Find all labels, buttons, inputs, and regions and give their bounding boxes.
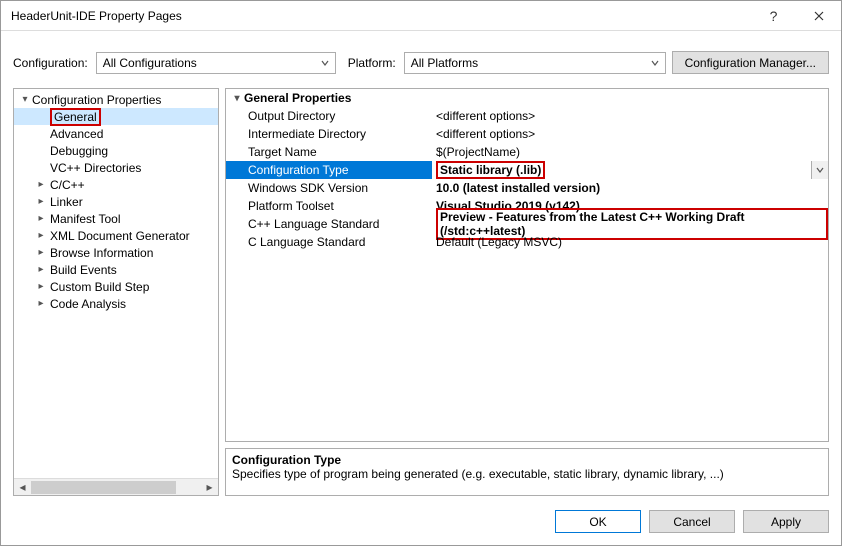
scroll-track[interactable] (31, 479, 201, 495)
property-label: C++ Language Standard (226, 215, 432, 233)
tree-item-code-analysis[interactable]: ▸Code Analysis (14, 295, 218, 312)
property-label: Intermediate Directory (226, 125, 432, 143)
tree-item-label: General (50, 108, 101, 126)
platform-label: Platform: (348, 56, 396, 70)
tree-item-label: Linker (50, 195, 83, 209)
tree-item-custom-build-step[interactable]: ▸Custom Build Step (14, 278, 218, 295)
tree-item-label: Custom Build Step (50, 280, 149, 294)
tree-item-c-c-[interactable]: ▸C/C++ (14, 176, 218, 193)
property-row-c-language-standard[interactable]: C Language StandardDefault (Legacy MSVC) (226, 233, 828, 251)
property-row-intermediate-directory[interactable]: Intermediate Directory<different options… (226, 125, 828, 143)
collapse-icon: ▾ (230, 93, 244, 104)
tree-item-label: Debugging (50, 144, 108, 158)
property-value[interactable]: Preview - Features from the Latest C++ W… (432, 215, 828, 233)
apply-button[interactable]: Apply (743, 510, 829, 533)
tree-item-vc-directories[interactable]: VC++ Directories (14, 159, 218, 176)
config-tree[interactable]: ▾Configuration PropertiesGeneralAdvanced… (14, 89, 218, 478)
tree-item-label: XML Document Generator (50, 229, 190, 243)
tree-item-browse-information[interactable]: ▸Browse Information (14, 244, 218, 261)
expander-icon: ▸ (32, 298, 50, 309)
expander-icon: ▸ (32, 247, 50, 258)
tree-item-general[interactable]: General (14, 108, 218, 125)
grid-section-header[interactable]: ▾ General Properties (226, 89, 828, 107)
expander-icon: ▸ (32, 264, 50, 275)
tree-item-label: VC++ Directories (50, 161, 141, 175)
property-label: Configuration Type (226, 161, 432, 179)
expander-icon: ▾ (18, 94, 32, 105)
expander-icon: ▸ (32, 281, 50, 292)
tree-pane: ▾Configuration PropertiesGeneralAdvanced… (13, 88, 219, 496)
chevron-down-icon (321, 56, 329, 70)
tree-item-label: Browse Information (50, 246, 153, 260)
scroll-right-icon[interactable]: ▸ (201, 479, 218, 496)
scroll-thumb[interactable] (31, 481, 176, 494)
help-button[interactable]: ? (751, 1, 796, 31)
dialog-buttons: OK Cancel Apply (1, 502, 841, 545)
platform-select[interactable]: All Platforms (404, 52, 666, 74)
tree-item-linker[interactable]: ▸Linker (14, 193, 218, 210)
tree-item-label: C/C++ (50, 178, 85, 192)
chevron-down-icon (651, 56, 659, 70)
expander-icon: ▸ (32, 179, 50, 190)
property-value[interactable]: <different options> (432, 107, 828, 125)
property-label: Target Name (226, 143, 432, 161)
tree-item-build-events[interactable]: ▸Build Events (14, 261, 218, 278)
configuration-manager-button[interactable]: Configuration Manager... (672, 51, 829, 74)
property-row-output-directory[interactable]: Output Directory<different options> (226, 107, 828, 125)
property-value[interactable]: 10.0 (latest installed version) (432, 179, 828, 197)
tree-item-label: Build Events (50, 263, 117, 277)
tree-item-label: Manifest Tool (50, 212, 120, 226)
close-icon (814, 11, 824, 21)
right-pane: ▾ General Properties Output Directory<di… (225, 88, 829, 496)
expander-icon: ▸ (32, 196, 50, 207)
tree-item-manifest-tool[interactable]: ▸Manifest Tool (14, 210, 218, 227)
property-row-windows-sdk-version[interactable]: Windows SDK Version10.0 (latest installe… (226, 179, 828, 197)
platform-value: All Platforms (411, 56, 478, 70)
description-box: Configuration Type Specifies type of pro… (225, 448, 829, 496)
tree-item-configuration-properties[interactable]: ▾Configuration Properties (14, 91, 218, 108)
property-label: Windows SDK Version (226, 179, 432, 197)
description-body: Specifies type of program being generate… (232, 467, 822, 481)
dropdown-button[interactable] (811, 161, 828, 179)
tree-item-label: Code Analysis (50, 297, 126, 311)
expander-icon: ▸ (32, 230, 50, 241)
configuration-select[interactable]: All Configurations (96, 52, 336, 74)
property-value[interactable]: <different options> (432, 125, 828, 143)
property-label: C Language Standard (226, 233, 432, 251)
description-title: Configuration Type (232, 453, 822, 467)
property-value[interactable]: $(ProjectName) (432, 143, 828, 161)
property-row-c-language-standard[interactable]: C++ Language StandardPreview - Features … (226, 215, 828, 233)
scroll-left-icon[interactable]: ◂ (14, 479, 31, 496)
property-grid: ▾ General Properties Output Directory<di… (225, 88, 829, 442)
cancel-button[interactable]: Cancel (649, 510, 735, 533)
window-title: HeaderUnit-IDE Property Pages (11, 9, 751, 23)
tree-item-advanced[interactable]: Advanced (14, 125, 218, 142)
tree-item-label: Configuration Properties (32, 93, 161, 107)
expander-icon: ▸ (32, 213, 50, 224)
ok-button[interactable]: OK (555, 510, 641, 533)
tree-item-label: Advanced (50, 127, 103, 141)
configuration-value: All Configurations (103, 56, 197, 70)
tree-item-xml-document-generator[interactable]: ▸XML Document Generator (14, 227, 218, 244)
config-row: Configuration: All Configurations Platfo… (1, 31, 841, 88)
property-row-configuration-type[interactable]: Configuration TypeStatic library (.lib) (226, 161, 828, 179)
property-value[interactable]: Default (Legacy MSVC) (432, 233, 828, 251)
property-row-target-name[interactable]: Target Name$(ProjectName) (226, 143, 828, 161)
tree-item-debugging[interactable]: Debugging (14, 142, 218, 159)
horizontal-scrollbar[interactable]: ◂ ▸ (14, 478, 218, 495)
property-label: Platform Toolset (226, 197, 432, 215)
property-label: Output Directory (226, 107, 432, 125)
titlebar: HeaderUnit-IDE Property Pages ? (1, 1, 841, 31)
close-button[interactable] (796, 1, 841, 31)
property-value[interactable]: Static library (.lib) (432, 161, 811, 179)
configuration-label: Configuration: (13, 56, 88, 70)
main-area: ▾Configuration PropertiesGeneralAdvanced… (1, 88, 841, 502)
